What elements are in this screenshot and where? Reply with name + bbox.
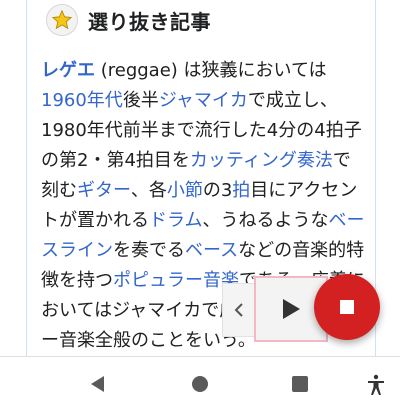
article-link[interactable]: ベース [185,240,238,261]
accessibility-icon [368,374,384,395]
article-link[interactable]: ドラム [149,210,202,231]
recents-square-icon [292,376,308,392]
stop-icon [340,300,354,314]
play-icon [283,299,300,319]
article-text-run: 後半 [122,90,159,111]
section-title: 選り抜き記事 [88,9,211,34]
article-link[interactable]: ジャマイカ [159,90,248,111]
article-link[interactable]: ポピュラー音楽 [113,270,239,291]
home-circle-icon [192,376,208,392]
article-link[interactable]: 小節 [167,180,203,201]
home-button[interactable] [190,374,210,394]
article-link[interactable]: カッティング奏法 [190,150,333,171]
featured-star-icon [46,4,78,36]
article-link[interactable]: 拍 [232,180,250,201]
article-text-run: 、各 [130,180,167,201]
article-text-run: の3 [202,180,233,201]
chevron-left-icon [234,303,243,317]
back-button[interactable] [88,374,108,394]
back-triangle-icon [91,376,104,392]
system-navigation-bar [0,356,400,412]
article-link[interactable]: 1960年代 [41,90,123,111]
article-link[interactable]: レゲエ [41,60,95,81]
accessibility-button[interactable] [366,374,386,396]
article-text-run: (reggae) は狭義においては [95,60,327,81]
article-link[interactable]: ギター [77,180,131,201]
previous-button[interactable] [222,283,256,337]
article-text-run: 、うねるような [202,210,329,231]
article-text-run: を奏でる [113,240,185,261]
stop-button[interactable] [314,274,380,340]
recents-button[interactable] [290,374,310,394]
section-header: 選り抜き記事 [46,4,211,36]
